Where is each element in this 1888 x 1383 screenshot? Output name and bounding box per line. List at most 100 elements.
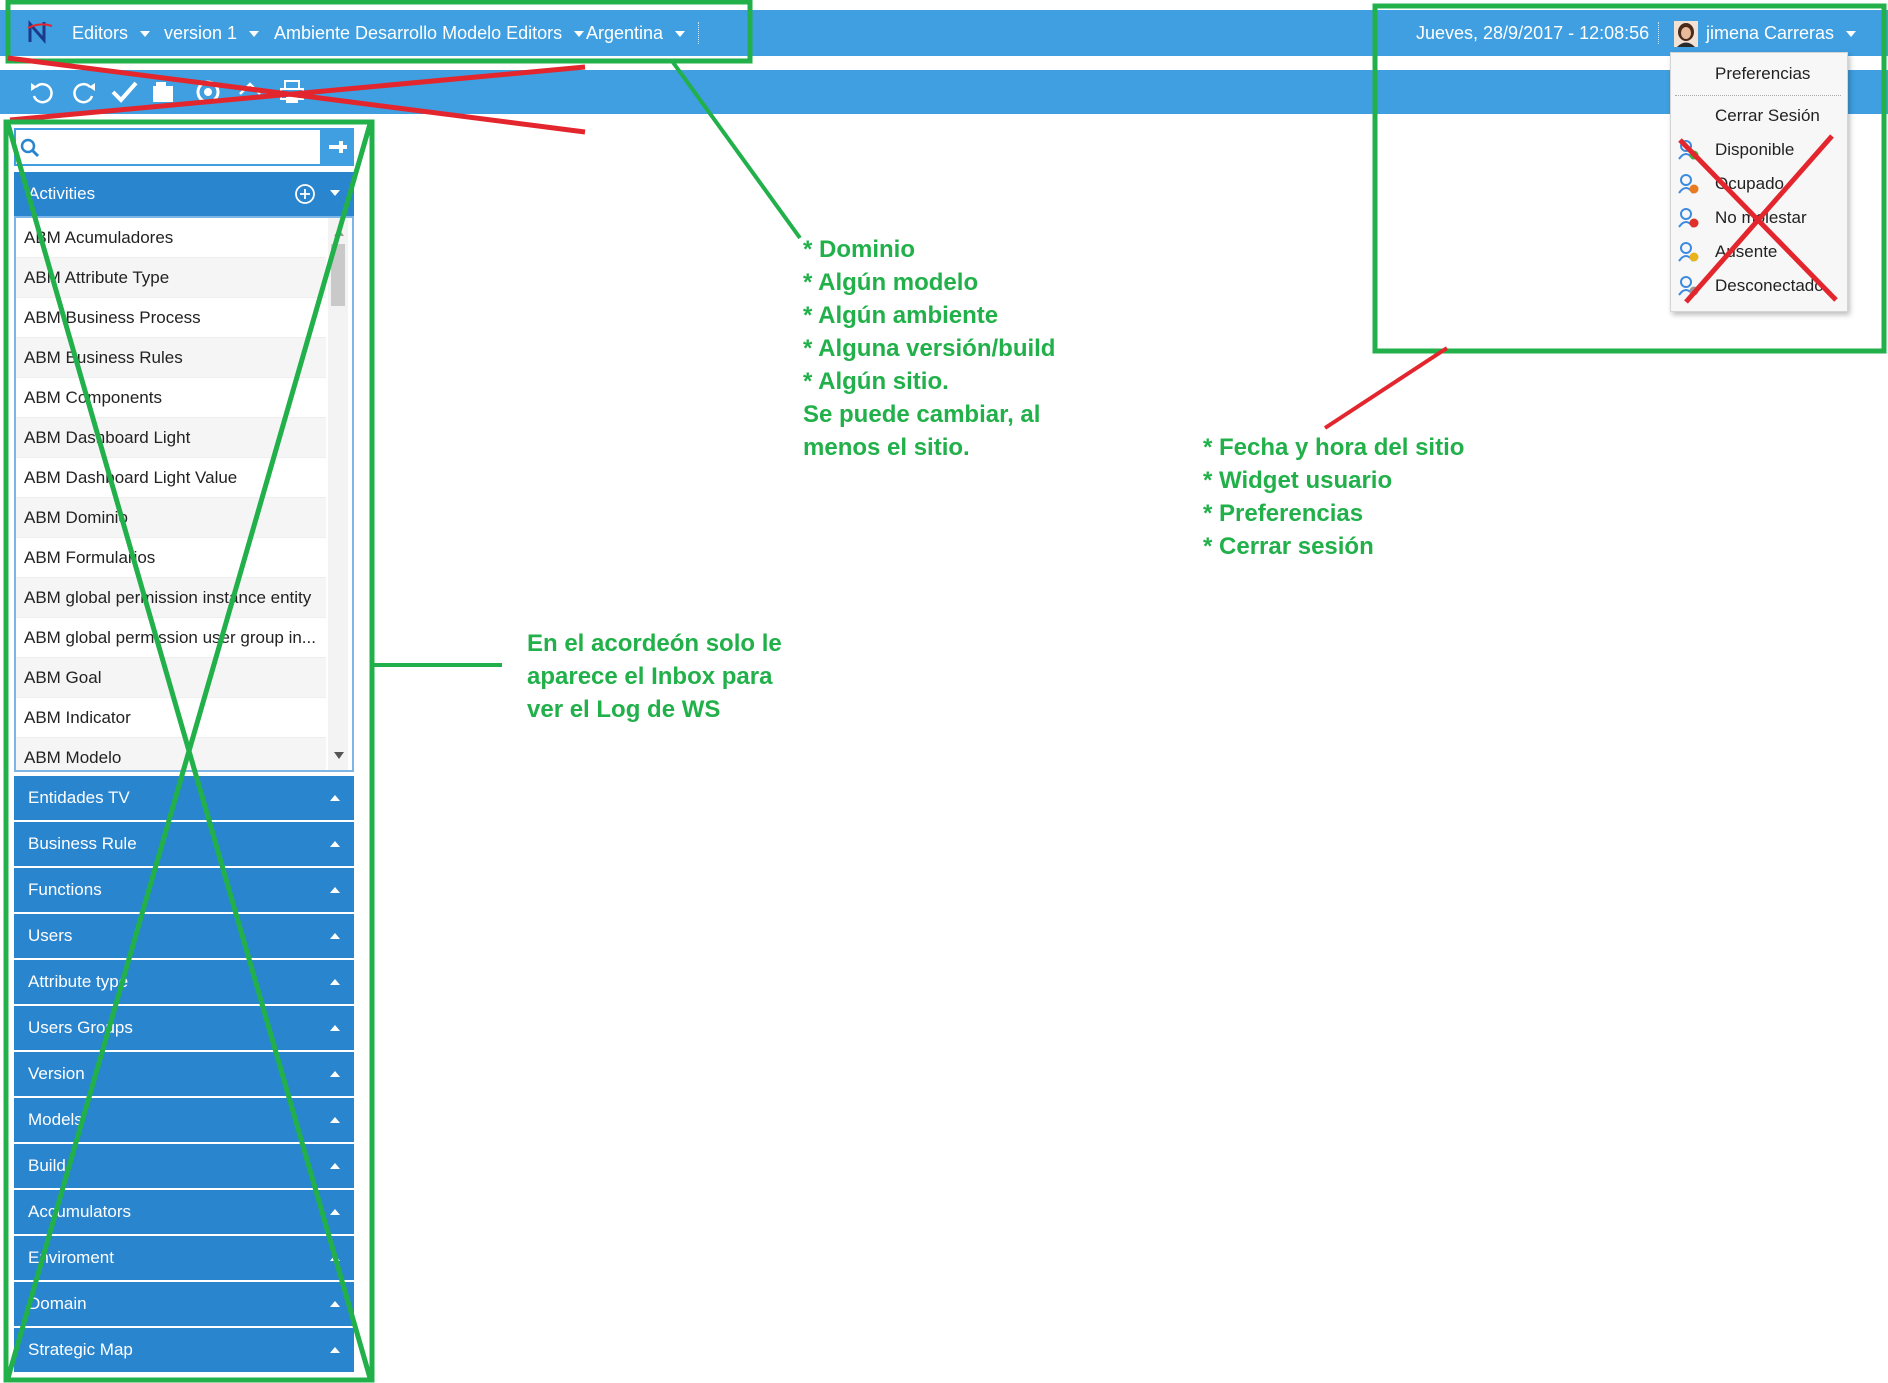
status-away-item[interactable]: Ausente [1671, 235, 1847, 269]
status-available-item[interactable]: Disponible [1671, 133, 1847, 167]
note-line: menos el sitio. [803, 434, 970, 461]
status-offline-item[interactable]: Desconectado [1671, 269, 1847, 303]
list-item[interactable]: ABM global permission instance entity [16, 578, 326, 618]
list-item[interactable]: ABM Business Rules [16, 338, 326, 378]
refresh-icon[interactable] [194, 78, 222, 106]
accordion-section[interactable]: Strategic Map [14, 1328, 354, 1372]
search-input[interactable] [14, 128, 322, 166]
editors-label: Editors [72, 23, 129, 43]
status-busy-item[interactable]: Ocupado [1671, 167, 1847, 201]
list-item[interactable]: ABM Business Process [16, 298, 326, 338]
scrollbar-thumb[interactable] [331, 244, 345, 306]
chevron-up-icon [330, 979, 340, 985]
list-item[interactable]: ABM global permission user group in... [16, 618, 326, 658]
section-label: Users Groups [28, 1018, 133, 1037]
note-line: En el acordeón solo le [527, 630, 782, 657]
user-widget[interactable]: jimena Carreras [1674, 10, 1857, 56]
accordion-header-activities[interactable]: Activities [14, 172, 354, 216]
list-item[interactable]: ABM Goal [16, 658, 326, 698]
list-item[interactable]: ABM Indicator [16, 698, 326, 738]
chevron-up-icon [330, 1347, 340, 1353]
accordion-section[interactable]: Attribute type [14, 960, 354, 1004]
list-item[interactable]: ABM Dashboard Light Value [16, 458, 326, 498]
environment-dropdown[interactable]: Ambiente Desarrollo Modelo Editors [274, 10, 585, 56]
note-line: ver el Log de WS [527, 696, 721, 723]
accordion-section[interactable]: Accumulators [14, 1190, 354, 1234]
avatar [1674, 21, 1698, 48]
accordion-section[interactable]: Users Groups [14, 1006, 354, 1050]
print-icon[interactable] [278, 78, 306, 106]
note-line: * Alguna versión/build [803, 335, 1056, 362]
separator [698, 22, 699, 44]
site-dropdown[interactable]: Argentina [586, 10, 686, 56]
status-label: Disponible [1715, 140, 1795, 159]
status-away-icon [1678, 242, 1699, 262]
logout-menu-item[interactable]: Cerrar Sesión [1671, 99, 1847, 133]
pin-button[interactable] [322, 128, 354, 166]
chevron-up-icon [330, 933, 340, 939]
chevron-up-icon [330, 1209, 340, 1215]
list-item[interactable]: ABM Formularios [16, 538, 326, 578]
separator [1658, 22, 1659, 44]
scroll-down-icon[interactable] [334, 752, 344, 759]
accordion-section[interactable]: Entidades TV [14, 776, 354, 820]
list-item[interactable]: ABM Components [16, 378, 326, 418]
add-circle-icon[interactable] [294, 183, 316, 205]
section-label: Accumulators [28, 1202, 131, 1221]
chevron-up-icon [330, 1255, 340, 1261]
list-item[interactable]: ABM Dashboard Light [16, 418, 326, 458]
section-label: Build [28, 1156, 66, 1175]
folder-icon[interactable] [150, 78, 178, 106]
section-label: Models [28, 1110, 83, 1129]
list-item[interactable]: ABM Dominio [16, 498, 326, 538]
home-icon[interactable] [236, 78, 264, 106]
section-label: Business Rule [28, 834, 137, 853]
menu-divider [1675, 95, 1841, 96]
accordion-section[interactable]: Users [14, 914, 354, 958]
redo-icon[interactable] [70, 78, 98, 106]
section-label: Entidades TV [28, 788, 130, 807]
note-line: * Algún modelo [803, 269, 979, 296]
note-line: * Cerrar sesión [1203, 533, 1374, 560]
chevron-up-icon [330, 795, 340, 801]
pin-icon [329, 141, 347, 153]
accordion-section[interactable]: Functions [14, 868, 354, 912]
chevron-down-icon[interactable] [330, 190, 340, 198]
note-line: * Algún ambiente [803, 302, 999, 329]
check-icon[interactable] [110, 78, 138, 106]
note-line: * Fecha y hora del sitio [1203, 434, 1465, 461]
accordion-section[interactable]: Enviroment [14, 1236, 354, 1280]
search-icon [20, 138, 40, 158]
status-dnd-item[interactable]: No molestar [1671, 201, 1847, 235]
activities-title: Activities [28, 184, 96, 203]
accordion-section[interactable]: Models [14, 1098, 354, 1142]
chevron-up-icon [330, 841, 340, 847]
list-item[interactable]: ABM Acumuladores [16, 218, 326, 258]
accordion-section[interactable]: Version [14, 1052, 354, 1096]
undo-icon[interactable] [28, 78, 56, 106]
section-label: Version [28, 1064, 85, 1083]
note-line: * Dominio [803, 236, 915, 263]
chevron-up-icon [330, 1025, 340, 1031]
section-label: Strategic Map [28, 1340, 133, 1359]
version-dropdown[interactable]: version 1 [164, 10, 260, 56]
editors-dropdown[interactable]: Editors [72, 10, 151, 56]
activities-list: ABM Acumuladores ABM Attribute Type ABM … [14, 216, 354, 772]
note-line: * Algún sitio. [803, 368, 949, 395]
annotation-leader-user [1323, 346, 1449, 430]
scroll-up-icon[interactable] [334, 229, 344, 236]
accordion-section[interactable]: Business Rule [14, 822, 354, 866]
app-logo-icon[interactable] [26, 20, 54, 46]
preferences-menu-item[interactable]: Preferencias [1671, 57, 1847, 91]
section-label: Domain [28, 1294, 87, 1313]
list-item[interactable]: ABM Attribute Type [16, 258, 326, 298]
section-label: Attribute type [28, 972, 129, 991]
site-datetime: Jueves, 28/9/2017 - 12:08:56 [1416, 23, 1650, 43]
status-offline-icon [1678, 276, 1699, 296]
list-item[interactable]: ABM Modelo [16, 738, 326, 770]
chevron-down-icon [574, 31, 585, 38]
accordion-section[interactable]: Build [14, 1144, 354, 1188]
accordion-section[interactable]: Domain [14, 1282, 354, 1326]
annotation-note-topbar: * Dominio * Algún modelo * Algún ambient… [803, 233, 1055, 464]
chevron-up-icon [330, 887, 340, 893]
